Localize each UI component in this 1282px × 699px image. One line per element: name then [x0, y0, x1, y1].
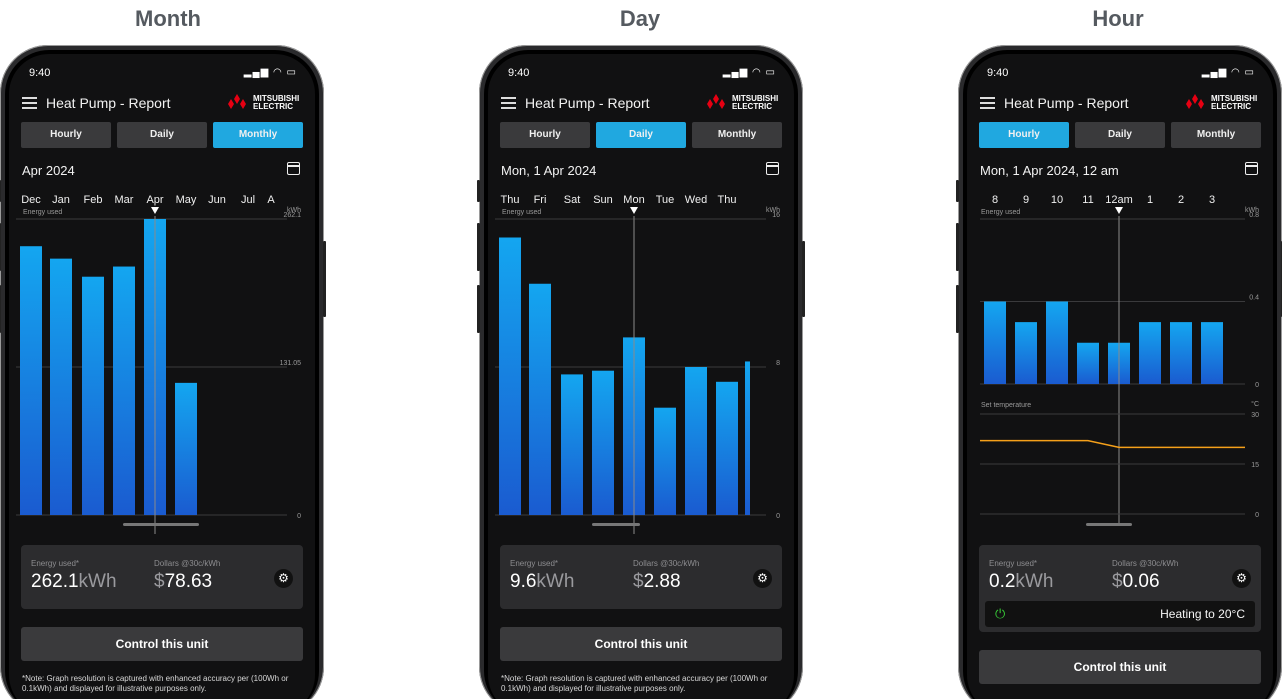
control-unit-button[interactable]: Control this unit — [21, 627, 303, 661]
energy-bar-chart: 0 131.05 262.1 — [16, 207, 302, 534]
bar — [1139, 322, 1161, 384]
summary-card: Energy used* 262.1kWh Dollars @30c/kWh $… — [21, 545, 303, 609]
power-icon[interactable]: ⏻ — [995, 606, 1005, 622]
energy-value: 9.6 — [510, 571, 537, 592]
y-tick-label: 8 — [776, 360, 780, 367]
energy-used-value: 0.2kWh — [989, 571, 1053, 593]
dollars-amount: 2.88 — [643, 571, 681, 592]
bar — [175, 382, 197, 515]
bar — [984, 301, 1006, 384]
energy-bar-chart: 0 8 16 — [495, 207, 780, 534]
screen: 9:40 ▂▄▆ ◠ ▭ Heat Pump - Report MITSUBIS… — [967, 54, 1273, 699]
panel-heading-month: Month — [135, 6, 201, 31]
footnote: *Note: Graph resolution is captured with… — [22, 674, 289, 693]
dollar-sign: $ — [154, 571, 165, 592]
dollars-label: Dollars @30c/kWh — [1112, 559, 1179, 568]
temp-tick-label: 30 — [1251, 412, 1259, 419]
control-unit-button[interactable]: Control this unit — [979, 650, 1261, 684]
dollars-label: Dollars @30c/kWh — [154, 559, 221, 568]
dollar-sign: $ — [1112, 571, 1123, 592]
energy-used-label: Energy used* — [989, 559, 1038, 568]
phone-hour: 9:40 ▂▄▆ ◠ ▭ Heat Pump - Report MITSUBIS… — [956, 45, 1282, 699]
selection-marker — [1115, 207, 1123, 214]
bar — [1077, 342, 1099, 384]
screen: 9:40 ▂▄▆ ◠ ▭ Heat Pump - Report MITSUBIS… — [488, 54, 794, 699]
y-tick-label: 0 — [776, 513, 780, 520]
bar — [1015, 322, 1037, 384]
selection-marker — [151, 207, 159, 214]
bar — [1170, 322, 1192, 384]
bar — [1201, 322, 1223, 384]
selection-marker — [630, 207, 638, 214]
dollars-amount: 0.06 — [1122, 571, 1160, 592]
y-tick-label: 0.8 — [1249, 212, 1259, 219]
y-tick-label: 0 — [1255, 382, 1259, 389]
scroll-handle — [123, 523, 199, 526]
control-unit-button[interactable]: Control this unit — [500, 627, 782, 661]
summary-card: Energy used* 9.6kWh Dollars @30c/kWh $2.… — [500, 545, 782, 609]
dollars-amount: 78.63 — [164, 571, 213, 592]
energy-bar-chart: 0 0.4 0.8 0 15 30 — [980, 207, 1259, 526]
phone-day: 9:40 ▂▄▆ ◠ ▭ Heat Pump - Report MITSUBIS… — [477, 45, 805, 699]
y-tick-label: 0 — [297, 513, 301, 520]
energy-used-value: 262.1kWh — [31, 571, 117, 593]
bar — [561, 374, 583, 515]
energy-used-label: Energy used* — [510, 559, 559, 568]
energy-used-label: Energy used* — [31, 559, 80, 568]
gear-icon[interactable]: ⚙ — [274, 569, 293, 588]
gear-icon[interactable]: ⚙ — [753, 569, 772, 588]
bar — [1046, 301, 1068, 384]
panel-heading-day: Day — [619, 6, 661, 31]
scroll-handle — [592, 523, 640, 526]
y-tick-label: 0.4 — [1249, 295, 1259, 302]
footnote: *Note: Graph resolution is captured with… — [501, 674, 768, 693]
gear-icon[interactable]: ⚙ — [1232, 569, 1251, 588]
heating-status: ⏻ Heating to 20°C — [985, 601, 1255, 627]
dollars-label: Dollars @30c/kWh — [633, 559, 700, 568]
bar — [82, 276, 104, 515]
y-tick-label: 262.1 — [283, 212, 301, 219]
dollars-value: $78.63 — [154, 571, 212, 593]
bar — [716, 381, 738, 515]
bar — [113, 266, 135, 515]
heating-status-text: Heating to 20°C — [1160, 607, 1245, 621]
temperature-line — [980, 439, 1245, 449]
panel-heading-hour: Hour — [1092, 6, 1144, 31]
bar — [745, 361, 750, 515]
energy-used-value: 9.6kWh — [510, 571, 574, 593]
bar — [20, 246, 42, 515]
energy-unit: kWh — [1015, 571, 1054, 592]
energy-unit: kWh — [536, 571, 575, 592]
scroll-handle — [1086, 523, 1132, 526]
bar — [529, 283, 551, 515]
bar — [499, 237, 521, 515]
bar — [654, 407, 676, 515]
dollar-sign: $ — [633, 571, 644, 592]
energy-value: 0.2 — [989, 571, 1016, 592]
energy-unit: kWh — [78, 571, 117, 592]
summary-card: Energy used* 0.2kWh Dollars @30c/kWh $0.… — [979, 545, 1261, 632]
temp-tick-label: 15 — [1251, 462, 1259, 469]
bar — [592, 370, 614, 515]
temp-tick-label: 0 — [1255, 512, 1259, 519]
dollars-value: $2.88 — [633, 571, 681, 593]
bar — [685, 367, 707, 515]
screen: 9:40 ▂▄▆ ◠ ▭ Heat Pump - Report MITSUBIS… — [9, 54, 315, 699]
y-tick-label: 131.05 — [280, 360, 302, 367]
bar — [50, 258, 72, 515]
y-tick-label: 16 — [772, 212, 780, 219]
phone-month: 9:40 ▂▄▆ ◠ ▭ Heat Pump - Report MITSUBIS… — [0, 45, 326, 699]
energy-value: 262.1 — [31, 571, 79, 592]
dollars-value: $0.06 — [1112, 571, 1160, 593]
